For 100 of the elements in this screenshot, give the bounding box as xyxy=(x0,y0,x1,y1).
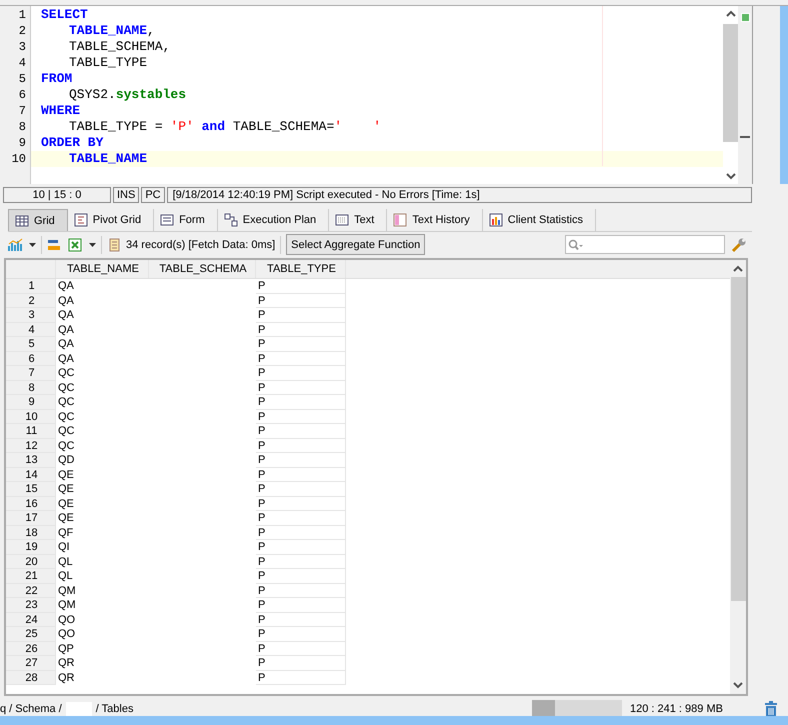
code-token: TABLE_SCHEMA, xyxy=(69,39,170,54)
insert-mode: INS xyxy=(113,187,140,203)
column-header[interactable]: TABLE_TYPE xyxy=(256,260,346,278)
table-cell: QE xyxy=(56,468,149,482)
row-number: 26 xyxy=(6,642,56,656)
table-cell: P xyxy=(256,453,346,468)
code-token: TABLE_NAME xyxy=(69,23,148,38)
code-token: ' ' xyxy=(334,119,382,134)
table-cell: P xyxy=(256,526,346,540)
column-header[interactable]: TABLE_SCHEMA xyxy=(149,260,256,278)
table-cell: P xyxy=(256,554,346,569)
table-cell: QM xyxy=(56,598,149,612)
line-number: 1 xyxy=(18,7,27,23)
code-token: and xyxy=(200,119,226,134)
code-token: , xyxy=(147,23,155,38)
line-number: 2 xyxy=(18,23,27,39)
column-header[interactable]: TABLE_NAME xyxy=(56,260,149,278)
row-number: 15 xyxy=(6,482,56,496)
code-token: TABLE_TYPE xyxy=(69,55,148,70)
memory-usage: 120 : 241 : 989 MB xyxy=(629,703,724,715)
aggregate-function-button[interactable]: Select Aggregate Function xyxy=(286,234,426,255)
line-number: 3 xyxy=(18,39,27,55)
table-cell: QL xyxy=(56,569,149,584)
tab-icon xyxy=(74,213,88,227)
chart-icon[interactable] xyxy=(8,238,24,252)
table-cell: QA xyxy=(56,352,149,366)
row-number: 25 xyxy=(6,627,56,642)
dropdown-caret-icon[interactable] xyxy=(29,242,36,246)
table-cell: P xyxy=(256,496,346,511)
scroll-down-icon[interactable] xyxy=(733,681,743,689)
table-cell: QR xyxy=(56,656,149,670)
table-cell: P xyxy=(256,598,346,612)
result-tab[interactable]: Pivot Grid xyxy=(68,209,154,231)
code-token: SELECT xyxy=(41,7,88,22)
table-cell: P xyxy=(256,468,346,482)
row-number: 17 xyxy=(6,511,56,526)
code-token: ORDER BY xyxy=(41,135,104,150)
table-cell: P xyxy=(256,438,346,453)
line-ending: PC xyxy=(141,187,165,203)
redacted-area xyxy=(66,702,92,716)
result-tab[interactable]: Text xyxy=(329,209,388,231)
scrollbar[interactable] xyxy=(730,260,746,694)
table-cell: QI xyxy=(56,540,149,554)
splitter-icon[interactable] xyxy=(740,135,750,139)
table-cell: QE xyxy=(56,511,149,526)
table-cell: QE xyxy=(56,482,149,496)
table-cell: QC xyxy=(56,424,149,438)
code-token: QSYS2. xyxy=(69,87,116,102)
code-token: WHERE xyxy=(41,103,80,118)
code-token: TABLE_TYPE = xyxy=(69,119,164,134)
scroll-up-icon[interactable] xyxy=(733,265,743,273)
table-cell: P xyxy=(256,352,346,366)
code-token: TABLE_NAME xyxy=(69,151,148,166)
table-cell: QA xyxy=(56,322,149,337)
table-cell: QA xyxy=(56,294,149,308)
dropdown-caret-icon[interactable] xyxy=(89,242,96,246)
row-number: 22 xyxy=(6,584,56,598)
result-tab[interactable]: Form xyxy=(154,209,218,231)
table-cell: QL xyxy=(56,554,149,569)
sql-editor[interactable]: 1 2 3 4 5 6 7 8 9 10 SELECT TABLE_NAME, TABLE_SCHEMA, TABLE_TYPE FROM QSYS2.systables WHERE TABLE_TYPE = 'P' and TABLE_SCHEMA=' ' ORDER BY TABLE_NAME xyxy=(0,6,738,184)
line-number: 4 xyxy=(18,55,27,71)
trash-icon[interactable] xyxy=(764,701,778,717)
status-indicator-icon xyxy=(740,13,750,22)
table-cell: P xyxy=(256,642,346,656)
scroll-up-icon[interactable] xyxy=(726,10,736,18)
cursor-position: 10 | 15 : 0 xyxy=(3,187,111,203)
tab-icon xyxy=(393,213,408,227)
row-number: 6 xyxy=(6,352,56,366)
result-tab[interactable]: Execution Plan xyxy=(218,209,330,231)
code-token: 'P' xyxy=(170,119,194,134)
search-icon xyxy=(568,238,584,250)
line-number: 9 xyxy=(18,135,27,151)
line-number: 7 xyxy=(18,103,27,119)
code-token: systables xyxy=(116,87,186,102)
table-cell: P xyxy=(256,380,346,395)
row-number: 1 xyxy=(6,279,56,294)
tools-icon[interactable] xyxy=(730,236,748,252)
row-number: 24 xyxy=(6,612,56,627)
result-tab[interactable]: Grid xyxy=(8,209,68,231)
record-count: 34 record(s) [Fetch Data: 0ms] xyxy=(126,238,276,250)
table-cell: QC xyxy=(56,438,149,453)
line-number: 10 xyxy=(10,151,27,167)
table-cell: P xyxy=(256,584,346,598)
spreadsheet-icon[interactable] xyxy=(68,238,84,252)
row-number: 12 xyxy=(6,438,56,453)
export-icon[interactable] xyxy=(47,238,63,252)
row-number: 18 xyxy=(6,526,56,540)
table-cell: P xyxy=(256,337,346,352)
row-number: 28 xyxy=(6,670,56,685)
scroll-down-icon[interactable] xyxy=(726,172,736,180)
result-tab[interactable]: Client Statistics xyxy=(482,209,596,231)
row-number: 27 xyxy=(6,656,56,670)
search-field[interactable] xyxy=(565,235,725,254)
row-number: 9 xyxy=(6,395,56,410)
row-number: 23 xyxy=(6,598,56,612)
result-tab[interactable]: Text History xyxy=(387,209,483,231)
table-cell: QP xyxy=(56,642,149,656)
table-cell: QA xyxy=(56,337,149,352)
scroll-icon[interactable] xyxy=(107,238,121,252)
code-token: FROM xyxy=(41,71,72,86)
